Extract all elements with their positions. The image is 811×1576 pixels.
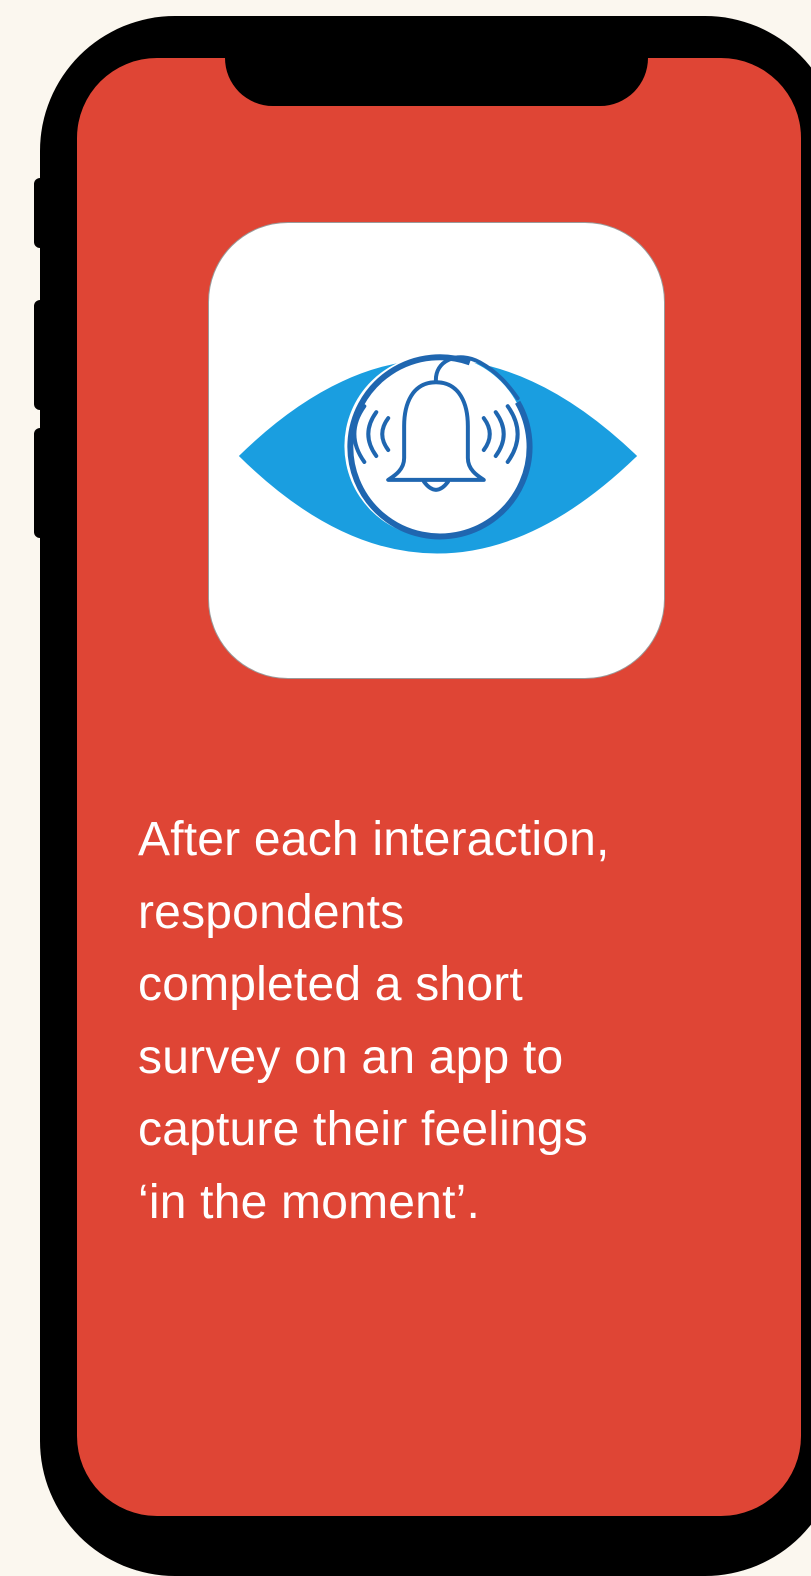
- caption-line: ‘in the moment’.: [138, 1175, 481, 1229]
- app-icon[interactable]: [208, 222, 665, 679]
- caption-line: After each interaction,: [138, 813, 610, 866]
- phone-screen: After each interaction, respondents comp…: [77, 58, 801, 1516]
- caption-line: capture their feelings: [138, 1103, 588, 1156]
- caption-text: After each interaction, respondents comp…: [138, 804, 778, 1239]
- eye-bell-icon: [238, 354, 638, 554]
- phone-notch: [225, 58, 648, 106]
- caption-line: respondents: [138, 885, 405, 939]
- caption-line: survey on an app to: [138, 1030, 564, 1084]
- caption-line: completed a short: [138, 958, 523, 1011]
